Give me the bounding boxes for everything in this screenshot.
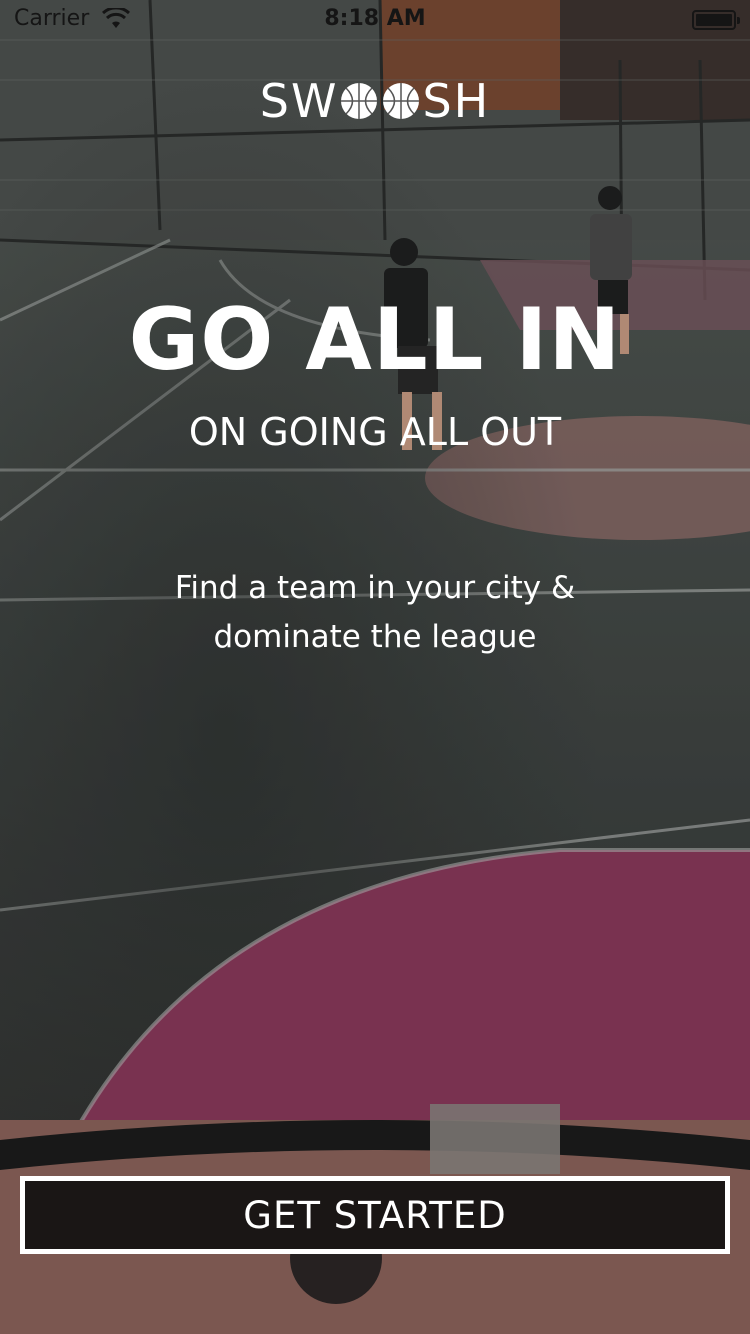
get-started-button[interactable]: GET STARTED <box>20 1176 730 1254</box>
logo-text-left: SW <box>259 74 339 128</box>
battery-icon <box>692 10 740 30</box>
status-time: 8:18 AM <box>324 6 426 31</box>
basketball-icon <box>341 83 378 119</box>
headline: GO ALL IN <box>128 290 622 390</box>
subheadline: ON GOING ALL OUT <box>188 410 562 454</box>
tagline: Find a team in your city & dominate the … <box>0 564 750 662</box>
background-court-photo <box>0 0 750 1334</box>
tagline-line-2: dominate the league <box>213 619 537 655</box>
basketball-icon <box>383 83 420 119</box>
app-logo: SW SH <box>0 74 750 128</box>
tagline-line-1: Find a team in your city & <box>174 570 576 606</box>
logo-text-right: SH <box>422 74 491 128</box>
status-bar: Carrier 8:18 AM <box>0 0 750 40</box>
